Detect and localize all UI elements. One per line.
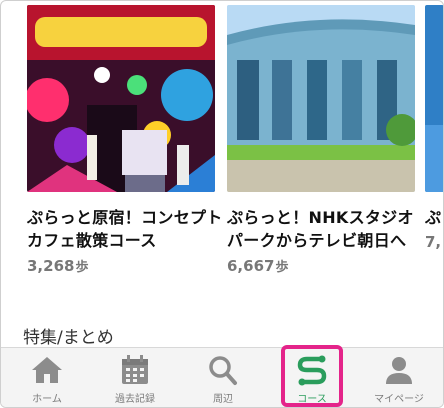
course-title-line2: パークからテレビ朝日へ [227,231,407,250]
course-steps: 3,268歩 [27,256,215,275]
home-icon [30,354,64,386]
app-screen: ぷらっと原宿！コンセプト カフェ散策コース 3,268歩 ぷらっと！NHKスタジ… [0,0,444,408]
tab-home[interactable]: ホーム [3,348,91,407]
course-card[interactable]: ぷらっと原宿！コンセプト カフェ散策コース 3,268歩 [27,5,222,275]
course-card[interactable]: ぷらっと！NHKスタジオ パークからテレビ朝日へ 6,667歩 [227,5,415,275]
search-icon [206,354,240,386]
course-title-line1: ぷらっと原宿！コンセプト [27,208,223,227]
user-icon [382,354,416,386]
course-title-line2: カフェ散策コース [27,231,157,250]
steps-unit: 歩 [275,260,289,275]
course-title[interactable]: ぷらっと！NHKスタジオ パークからテレビ朝日へ [227,206,427,252]
tab-history[interactable]: 過去記録 [91,348,179,407]
course-steps: 7, [425,233,443,251]
tab-mypage[interactable]: マイページ [355,348,443,407]
tab-mypage-label: マイページ [374,394,424,405]
tab-nearby[interactable]: 周辺 [179,348,267,407]
course-thumbnail[interactable] [27,5,215,192]
course-card[interactable]: ぷ 7, [425,5,443,251]
calendar-icon [118,354,152,386]
steps-value: 7, [425,233,442,251]
selected-tab-highlight [281,345,343,407]
course-thumbnail[interactable] [425,5,443,192]
steps-value: 3,268 [27,257,75,275]
steps-unit: 歩 [75,260,89,275]
tab-bar: ホーム 過去記録 周辺 コース マイページ [1,347,443,407]
course-steps: 6,667歩 [227,256,415,275]
course-title[interactable]: ぷ [425,206,443,229]
course-title[interactable]: ぷらっと原宿！コンセプト カフェ散策コース [27,206,227,252]
section-title: 特集/まとめ [23,328,114,348]
tab-nearby-label: 周辺 [213,394,233,405]
steps-value: 6,667 [227,257,275,275]
tab-home-label: ホーム [32,394,62,405]
course-title-line1: ぷらっと！NHKスタジオ [227,208,414,227]
course-title-line1: ぷ [425,208,442,227]
course-thumbnail[interactable] [227,5,415,192]
tab-history-label: 過去記録 [115,394,155,405]
course-carousel[interactable]: ぷらっと原宿！コンセプト カフェ散策コース 3,268歩 ぷらっと！NHKスタジ… [27,5,443,275]
